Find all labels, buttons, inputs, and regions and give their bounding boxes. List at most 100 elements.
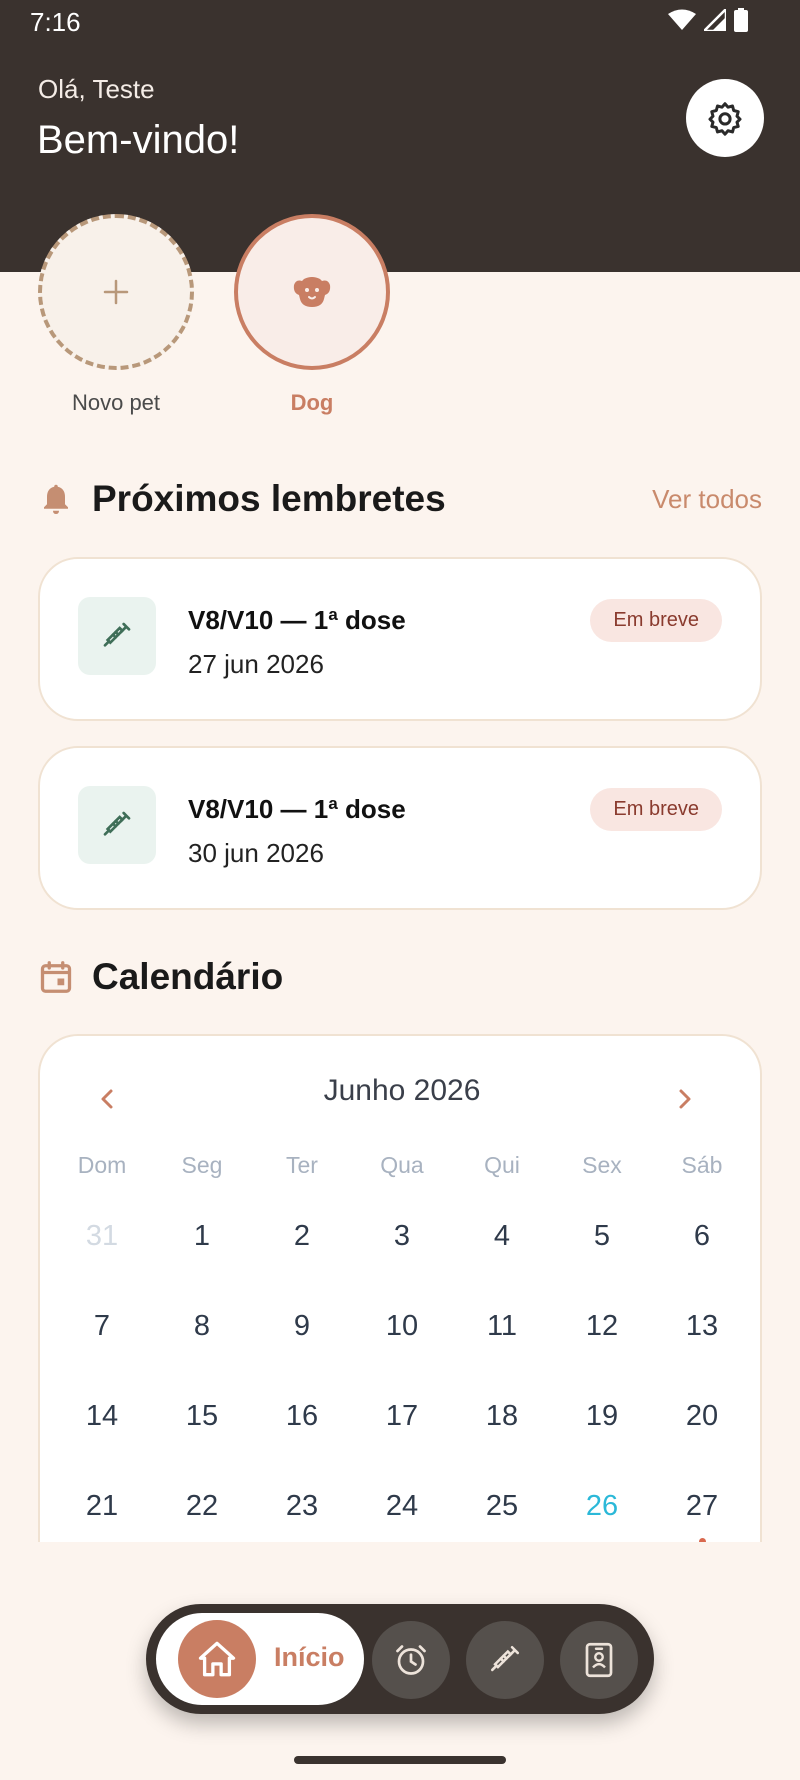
calendar-day[interactable]: 5: [552, 1220, 652, 1310]
welcome-title: Bem-vindo!: [37, 118, 240, 162]
calendar-day-number: 18: [485, 1400, 519, 1432]
nav-vaccines-button[interactable]: [466, 1621, 544, 1699]
calendar-day-number: 21: [85, 1490, 119, 1522]
calendar-widget: Junho 2026 Dom Seg Ter Qua Qui Sex Sáb 3…: [38, 1034, 762, 1542]
pet-name: Dog: [290, 390, 334, 415]
calendar-day[interactable]: 25: [452, 1490, 552, 1542]
calendar-day-number: 25: [485, 1490, 519, 1522]
calendar-day[interactable]: 4: [452, 1220, 552, 1310]
calendar-days-grid: 31 1 2 3 4 5 6 7 8 9 10 11 12 13 14 15 16 17 18 19 20 21 22 23 2…: [52, 1220, 752, 1542]
calendar-title: Calendário: [92, 956, 284, 997]
bottom-nav: Início: [146, 1604, 654, 1714]
calendar-day-number: 12: [585, 1310, 619, 1342]
calendar-day[interactable]: 27: [652, 1490, 752, 1542]
new-pet-circle[interactable]: [38, 214, 194, 370]
calendar-day-number: 26: [585, 1490, 619, 1522]
nav-home-label: Início: [274, 1642, 345, 1672]
calendar-day-number: 23: [285, 1490, 319, 1522]
calendar-day[interactable]: 13: [652, 1310, 752, 1400]
calendar-day[interactable]: 19: [552, 1400, 652, 1490]
calendar-day[interactable]: 14: [52, 1400, 152, 1490]
reminder-card[interactable]: V8/V10 — 1ª dose 27 jun 2026 Em breve: [38, 557, 762, 721]
calendar-day[interactable]: 24: [352, 1490, 452, 1542]
calendar-day[interactable]: 7: [52, 1310, 152, 1400]
calendar-day[interactable]: 15: [152, 1400, 252, 1490]
reminder-title: V8/V10 — 1ª dose: [188, 794, 406, 824]
pet-avatar[interactable]: [234, 214, 390, 370]
calendar-day[interactable]: 2: [252, 1220, 352, 1310]
event-dot: [699, 1538, 706, 1542]
calendar-day-number: 8: [193, 1310, 211, 1342]
wifi-icon: [668, 9, 696, 30]
reminder-icon-box: [78, 597, 156, 675]
calendar-day-number: 4: [493, 1220, 511, 1252]
status-icons: [668, 8, 748, 32]
reminder-card[interactable]: V8/V10 — 1ª dose 30 jun 2026 Em breve: [38, 746, 762, 910]
greeting-text: Olá, Teste: [38, 74, 155, 104]
plus-icon: [103, 279, 129, 305]
calendar-day[interactable]: 31: [52, 1220, 152, 1310]
status-time: 7:16: [30, 7, 81, 37]
calendar-day[interactable]: 18: [452, 1400, 552, 1490]
calendar-day[interactable]: 20: [652, 1400, 752, 1490]
calendar-day-number: 19: [585, 1400, 619, 1432]
calendar-day[interactable]: 3: [352, 1220, 452, 1310]
pet-item-dog[interactable]: Dog: [234, 214, 390, 416]
calendar-day-number: 6: [693, 1220, 711, 1252]
nav-id-card-button[interactable]: [560, 1621, 638, 1699]
calendar-day-number: 7: [93, 1310, 111, 1342]
calendar-day-number: 24: [385, 1490, 419, 1522]
new-pet-button[interactable]: Novo pet: [38, 214, 194, 416]
calendar-day[interactable]: 22: [152, 1490, 252, 1542]
settings-button[interactable]: [686, 79, 764, 157]
bell-icon: [44, 484, 68, 514]
calendar-day[interactable]: 16: [252, 1400, 352, 1490]
calendar-day-number: 14: [85, 1400, 119, 1432]
calendar-day-number: 17: [385, 1400, 419, 1432]
nav-home-icon-circle[interactable]: [178, 1620, 256, 1698]
calendar-day[interactable]: 6: [652, 1220, 752, 1310]
calendar-day[interactable]: 26: [552, 1490, 652, 1542]
calendar-day[interactable]: 8: [152, 1310, 252, 1400]
calendar-day-number: 13: [685, 1310, 719, 1342]
calendar-day-number: 27: [685, 1490, 719, 1522]
calendar-day[interactable]: 21: [52, 1490, 152, 1542]
weekday-label: Sex: [582, 1152, 622, 1178]
reminder-date: 27 jun 2026: [188, 649, 324, 679]
reminders-title: Próximos lembretes: [92, 478, 446, 519]
next-month-button[interactable]: [670, 1084, 700, 1114]
calendar-day[interactable]: 17: [352, 1400, 452, 1490]
weekday-label: Ter: [286, 1152, 318, 1178]
calendar-day[interactable]: 9: [252, 1310, 352, 1400]
signal-icon: [704, 9, 726, 31]
calendar-day[interactable]: 11: [452, 1310, 552, 1400]
nav-reminders-button[interactable]: [372, 1621, 450, 1699]
calendar-icon: [40, 961, 72, 993]
weekday-label: Qui: [484, 1152, 520, 1178]
home-indicator[interactable]: [294, 1756, 506, 1764]
calendar-day-number: 1: [193, 1220, 211, 1252]
dog-icon: [293, 277, 331, 307]
calendar-day[interactable]: 23: [252, 1490, 352, 1542]
battery-icon: [734, 8, 748, 32]
weekday-label: Qua: [380, 1152, 424, 1178]
calendar-day-number: 11: [486, 1310, 518, 1342]
syringe-icon: [103, 811, 131, 836]
id-card-icon: [585, 1642, 613, 1678]
syringe-icon: [103, 622, 131, 647]
calendar-day-number: 31: [85, 1220, 119, 1252]
calendar-day[interactable]: 12: [552, 1310, 652, 1400]
calendar-day-number: 20: [685, 1400, 719, 1432]
calendar-month-label: Junho 2026: [323, 1074, 481, 1107]
calendar-header: Calendário: [38, 956, 283, 998]
reminder-title: V8/V10 — 1ª dose: [188, 605, 406, 635]
calendar-day[interactable]: 10: [352, 1310, 452, 1400]
weekday-label: Sáb: [681, 1152, 723, 1178]
calendar-day[interactable]: 1: [152, 1220, 252, 1310]
see-all-link[interactable]: Ver todos: [652, 484, 762, 515]
gear-icon: [708, 102, 742, 136]
nav-home-tab[interactable]: Início: [156, 1613, 364, 1705]
calendar-day-number: 5: [593, 1220, 611, 1252]
calendar-day-number: 10: [385, 1310, 419, 1342]
calendar-day-number: 3: [393, 1220, 411, 1252]
